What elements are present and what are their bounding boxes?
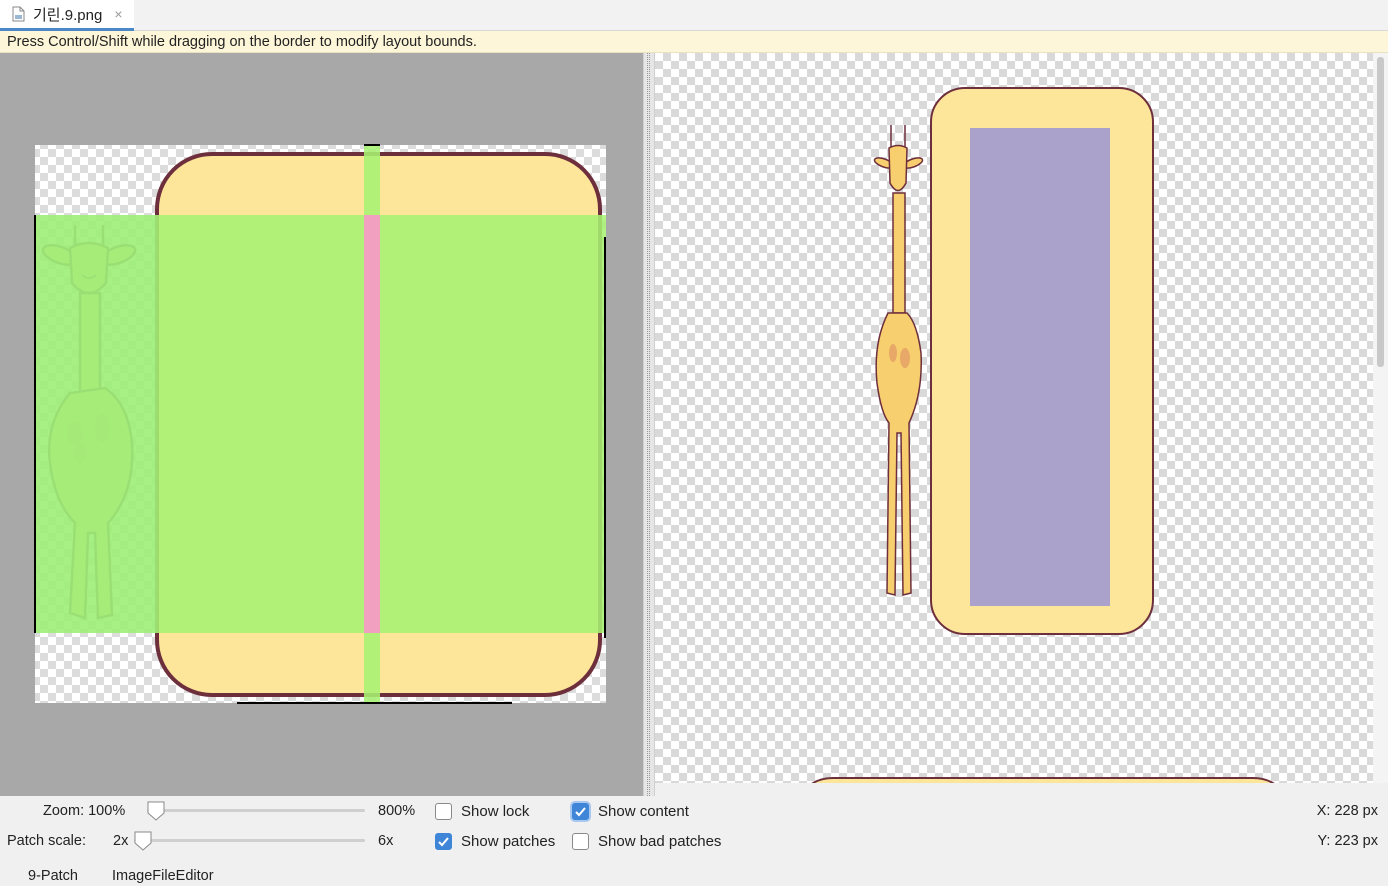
patch-overlay (35, 145, 606, 703)
patch-scale-slider-knob[interactable] (134, 831, 152, 851)
show-content-box[interactable] (572, 803, 589, 820)
zoom-slider-knob[interactable] (147, 801, 165, 821)
tab-image-file-editor[interactable]: ImageFileEditor (112, 868, 214, 884)
preview-bubble-second (811, 777, 1275, 783)
show-patches-checkbox[interactable]: Show patches (435, 833, 555, 850)
stretch-intersection (364, 215, 380, 633)
patch-scale-slider-track (134, 839, 365, 842)
patch-scale-min-label: 2x (113, 833, 129, 849)
show-patches-label: Show patches (461, 833, 556, 850)
patch-scale-label: Patch scale: (7, 833, 86, 849)
scrollbar-thumb[interactable] (1377, 57, 1384, 367)
checkmark-icon (438, 837, 449, 847)
x-coordinate-readout: X: 228 px (1316, 803, 1378, 819)
show-content-label: Show content (598, 803, 689, 820)
zoom-slider[interactable] (147, 800, 365, 821)
show-bad-patches-label: Show bad patches (598, 833, 722, 850)
preview-canvas (811, 87, 1275, 783)
show-lock-label: Show lock (461, 803, 530, 820)
nine-patch-image-canvas[interactable] (0, 53, 643, 796)
pane-splitter[interactable] (643, 53, 655, 796)
show-lock-box[interactable] (435, 803, 452, 820)
checkmark-icon (575, 807, 586, 817)
y-coordinate-readout: Y: 223 px (1317, 833, 1378, 849)
patch-scale-slider[interactable] (134, 830, 365, 851)
show-content-checkbox[interactable]: Show content (572, 803, 689, 820)
show-lock-checkbox[interactable]: Show lock (435, 803, 529, 820)
close-tab-icon[interactable]: × (114, 6, 122, 22)
preview-pane (655, 53, 1373, 783)
preview-giraffe (873, 125, 924, 596)
zoom-slider-track (147, 809, 365, 812)
file-tab[interactable]: 기린.9.png × (0, 0, 134, 31)
nine-patch-editor-canvas[interactable] (0, 53, 643, 796)
tab-9-patch[interactable]: 9-Patch (28, 868, 78, 884)
vertical-stretch-band-bottom (364, 633, 380, 703)
preview-scrollbar[interactable] (1373, 53, 1388, 783)
file-tab-label: 기린.9.png (33, 6, 103, 24)
hint-banner: Press Control/Shift while dragging on th… (0, 31, 1388, 53)
zoom-label: Zoom: 100% (43, 803, 126, 819)
vertical-stretch-band-top (364, 145, 380, 215)
image-file-icon (12, 6, 25, 22)
editor-tab-bar: 기린.9.png × (0, 0, 1388, 31)
zoom-max-label: 800% (378, 803, 416, 819)
show-patches-box[interactable] (435, 833, 452, 850)
show-bad-patches-checkbox[interactable]: Show bad patches (572, 833, 721, 850)
show-bad-patches-box[interactable] (572, 833, 589, 850)
left-fixed-region (35, 215, 157, 633)
content-area (970, 128, 1110, 606)
splitter-grip (647, 53, 650, 796)
patch-scale-max-label: 6x (378, 833, 394, 849)
